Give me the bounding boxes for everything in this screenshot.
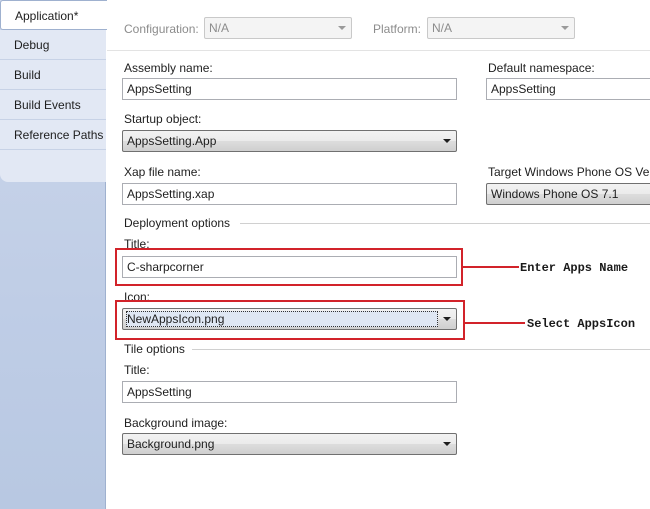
- sidebar: Application* Debug Build Build Events Re…: [0, 0, 107, 509]
- toolbar-divider: [107, 50, 650, 51]
- default-namespace-input[interactable]: AppsSetting: [486, 78, 650, 100]
- deployment-options-divider: [240, 223, 650, 224]
- tile-title-label: Title:: [124, 363, 150, 377]
- platform-label: Platform:: [373, 22, 422, 36]
- tab-build-events[interactable]: Build Events: [0, 90, 106, 120]
- background-image-dropdown[interactable]: Background.png: [122, 433, 457, 455]
- startup-object-dropdown[interactable]: AppsSetting.App: [122, 130, 457, 152]
- deployment-options-heading: Deployment options: [124, 216, 231, 230]
- assembly-name-label: Assembly name:: [124, 61, 213, 75]
- icon-callout-line: [465, 322, 525, 324]
- tab-reference-paths[interactable]: Reference Paths: [0, 120, 106, 150]
- chevron-down-icon: [338, 26, 346, 30]
- default-namespace-label: Default namespace:: [488, 61, 595, 75]
- target-os-value: Windows Phone OS 7.1: [491, 187, 619, 201]
- sidebar-tab-group-background: [0, 150, 106, 182]
- xap-file-name-label: Xap file name:: [124, 165, 201, 179]
- tile-options-divider: [192, 349, 650, 350]
- tab-build[interactable]: Build: [0, 60, 106, 90]
- background-image-value: Background.png: [127, 437, 215, 451]
- tab-application[interactable]: Application*: [0, 0, 107, 30]
- chevron-down-icon: [443, 442, 451, 446]
- target-os-dropdown[interactable]: Windows Phone OS 7.1: [486, 183, 650, 205]
- icon-highlight-box: [115, 300, 465, 340]
- enter-apps-name-annotation: Enter Apps Name: [520, 261, 629, 275]
- tab-debug[interactable]: Debug: [0, 30, 106, 60]
- configuration-label: Configuration:: [124, 22, 199, 36]
- xap-file-name-input[interactable]: AppsSetting.xap: [122, 183, 457, 205]
- chevron-down-icon: [561, 26, 569, 30]
- select-apps-icon-annotation: Select AppsIcon: [527, 317, 636, 331]
- title-highlight-box: [115, 248, 463, 286]
- startup-object-value: AppsSetting.App: [127, 134, 217, 148]
- platform-value: N/A: [432, 21, 453, 35]
- configuration-dropdown[interactable]: N/A: [204, 17, 352, 39]
- background-image-label: Background image:: [124, 416, 228, 430]
- chevron-down-icon: [443, 139, 451, 143]
- configuration-value: N/A: [209, 21, 230, 35]
- startup-object-label: Startup object:: [124, 112, 202, 126]
- tile-options-heading: Tile options: [124, 342, 185, 356]
- assembly-name-input[interactable]: AppsSetting: [122, 78, 457, 100]
- title-callout-line: [463, 266, 519, 268]
- target-os-label: Target Windows Phone OS Versio: [488, 165, 650, 179]
- platform-dropdown[interactable]: N/A: [427, 17, 575, 39]
- tile-title-input[interactable]: AppsSetting: [122, 381, 457, 403]
